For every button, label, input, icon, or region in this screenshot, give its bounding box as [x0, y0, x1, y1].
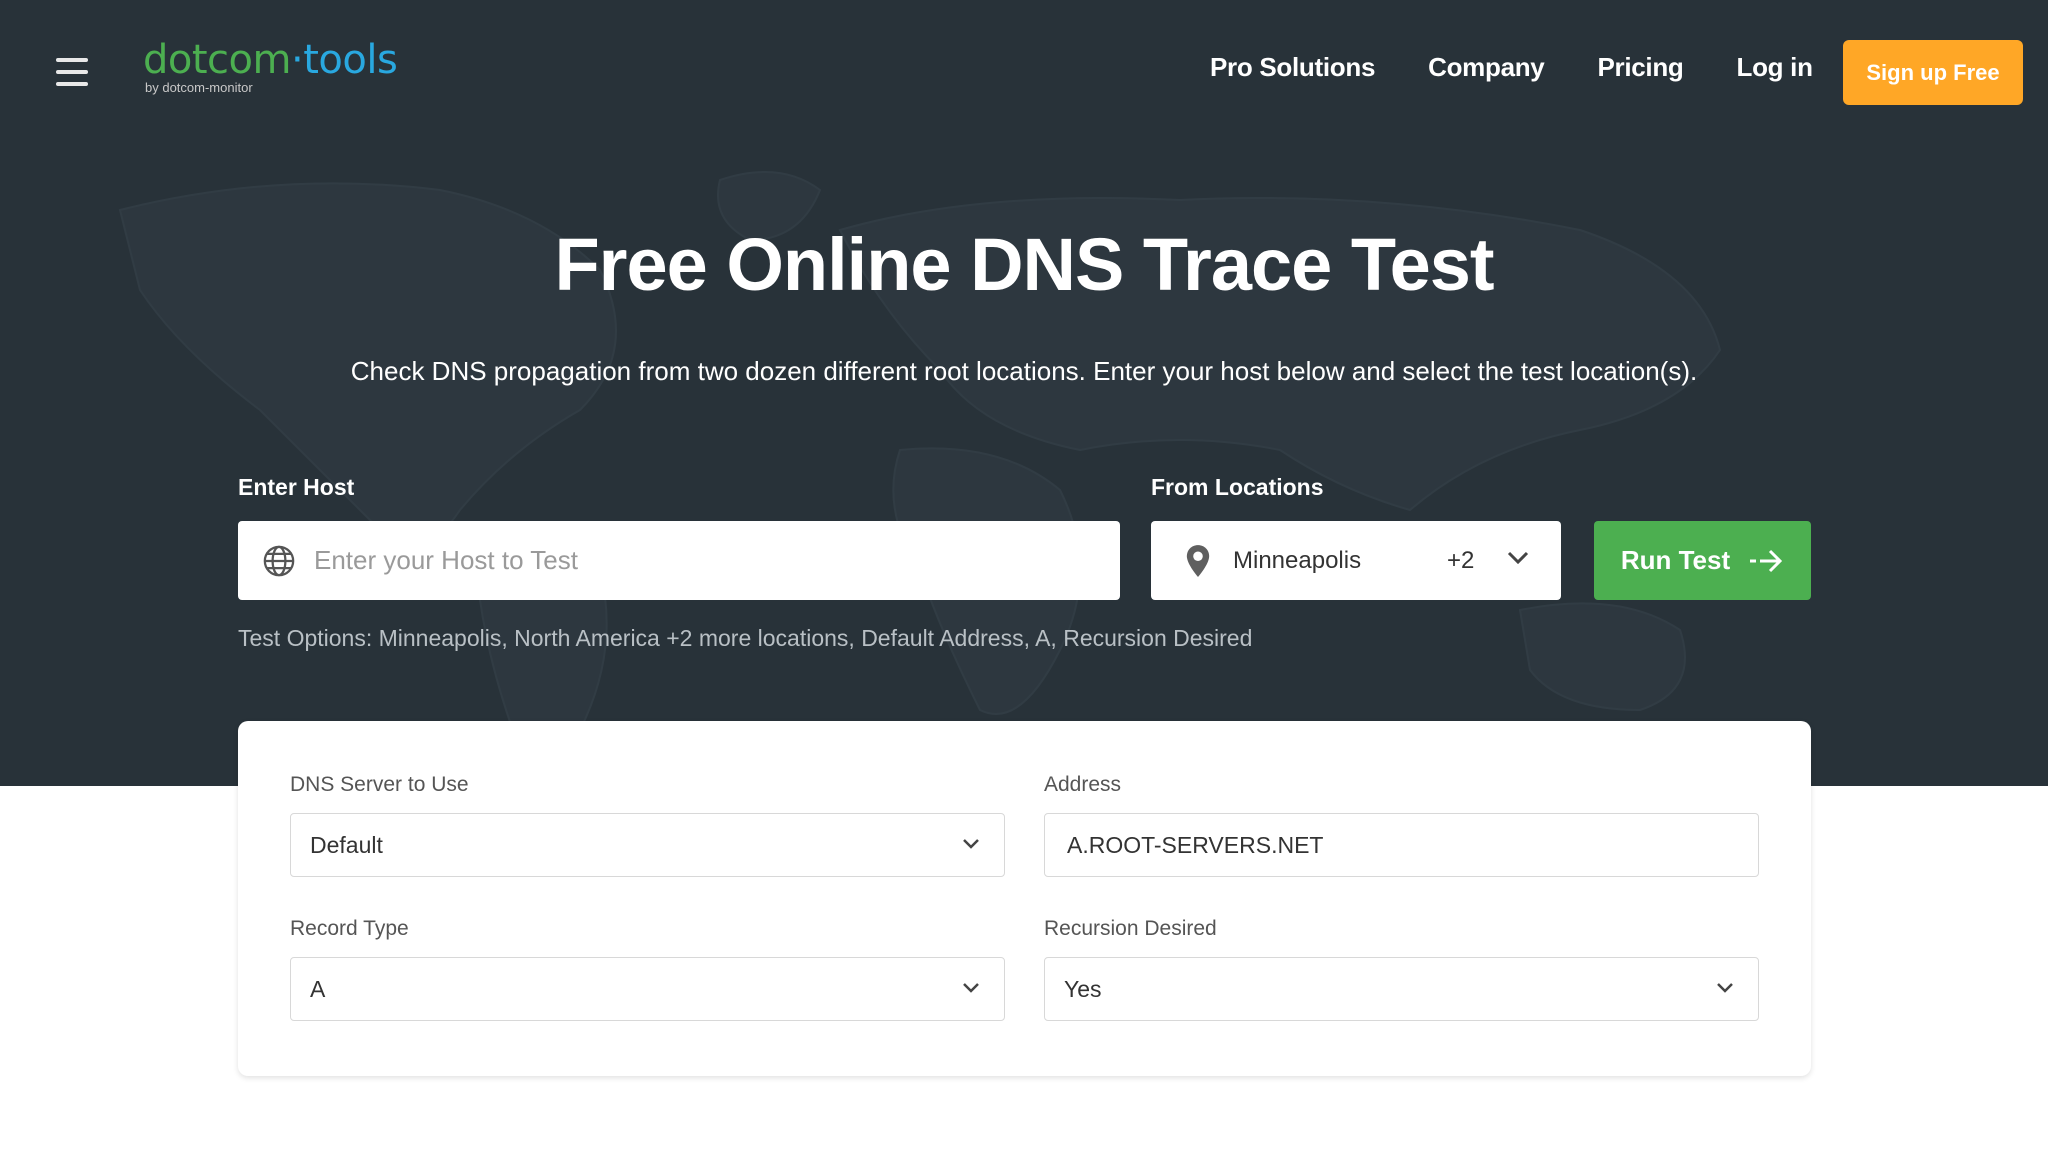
chevron-down-icon	[963, 839, 979, 849]
logo-text-tools: ·tools	[290, 37, 398, 83]
page-title: Free Online DNS Trace Test	[554, 223, 1494, 306]
chevron-down-icon	[963, 983, 979, 993]
selected-location: Minneapolis	[1233, 546, 1362, 574]
nav-log-in[interactable]: Log in	[1737, 52, 1813, 83]
dns-server-label: DNS Server to Use	[290, 773, 469, 796]
site-header: dotcom·tools by dotcom-monitor Pro Solut…	[0, 0, 2048, 145]
host-label: Enter Host	[238, 474, 355, 500]
main-nav: Pro Solutions Company Pricing Log in	[1210, 52, 1866, 83]
recursion-select[interactable]: Yes	[1044, 957, 1759, 1021]
address-value: A.ROOT-SERVERS.NET	[1067, 831, 1324, 858]
menu-icon[interactable]	[56, 58, 88, 86]
host-input[interactable]	[314, 545, 1094, 576]
dns-server-select[interactable]: Default	[290, 813, 1005, 877]
locations-label: From Locations	[1151, 474, 1324, 500]
address-label: Address	[1044, 773, 1122, 796]
record-type-value: A	[310, 975, 326, 1002]
page-subtitle: Check DNS propagation from two dozen dif…	[350, 356, 1698, 386]
hero-section: dotcom·tools by dotcom-monitor Pro Solut…	[0, 0, 2048, 786]
run-test-label: Run Test	[1620, 545, 1731, 575]
record-type-label: Record Type	[290, 917, 409, 940]
nav-pro-solutions[interactable]: Pro Solutions	[1210, 52, 1375, 83]
nav-company[interactable]: Company	[1428, 52, 1545, 83]
chevron-down-icon	[1717, 983, 1733, 993]
arrow-right-icon	[1750, 549, 1783, 572]
locations-dropdown[interactable]: Minneapolis +2	[1151, 521, 1561, 600]
host-input-wrapper	[238, 521, 1120, 600]
globe-icon	[263, 545, 295, 576]
logo-text-dotcom: dotcom	[143, 37, 291, 83]
address-input[interactable]: A.ROOT-SERVERS.NET	[1044, 813, 1759, 877]
map-pin-icon	[1186, 544, 1210, 577]
run-test-button[interactable]: Run Test	[1594, 521, 1811, 600]
logo[interactable]: dotcom·tools by dotcom-monitor	[143, 37, 398, 95]
record-type-select[interactable]: A	[290, 957, 1005, 1021]
recursion-value: Yes	[1064, 975, 1102, 1002]
test-settings-card: DNS Server to Use Default Address A.ROOT…	[238, 721, 1811, 1076]
sign-up-button[interactable]: Sign up Free	[1843, 40, 2023, 105]
extra-locations-count: +2	[1447, 546, 1475, 574]
nav-pricing[interactable]: Pricing	[1597, 52, 1683, 83]
test-options-summary: Test Options: Minneapolis, North America…	[238, 625, 1253, 651]
recursion-label: Recursion Desired	[1044, 917, 1217, 940]
dns-server-value: Default	[310, 831, 383, 858]
chevron-down-icon	[1507, 551, 1529, 565]
